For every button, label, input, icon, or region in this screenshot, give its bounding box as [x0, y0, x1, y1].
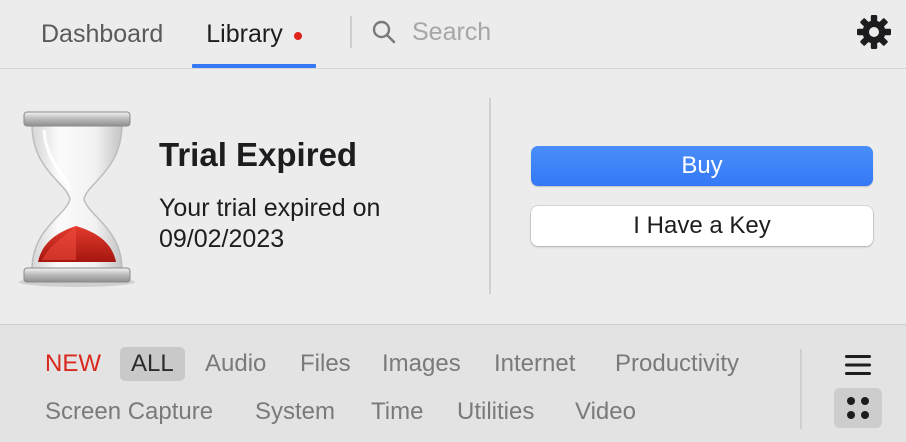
category-files[interactable]: Files — [300, 347, 351, 381]
category-divider — [800, 349, 802, 429]
list-view-icon — [845, 355, 871, 375]
category-system[interactable]: System — [255, 395, 335, 429]
active-tab-indicator — [192, 64, 316, 68]
category-new[interactable]: NEW — [45, 347, 101, 381]
grid-view-button[interactable] — [834, 388, 882, 428]
tab-library-label: Library — [206, 20, 283, 48]
toolbar-divider — [350, 16, 352, 48]
category-all[interactable]: ALL — [120, 347, 185, 381]
search-bar — [370, 12, 790, 52]
hourglass-icon — [19, 111, 135, 287]
have-key-button[interactable]: I Have a Key — [531, 206, 873, 246]
category-time[interactable]: Time — [371, 395, 423, 429]
trial-panel: Trial Expired Your trial expired on 09/0… — [0, 70, 906, 325]
tab-dashboard[interactable]: Dashboard — [41, 0, 163, 69]
list-view-button[interactable] — [834, 345, 882, 385]
category-productivity[interactable]: Productivity — [615, 347, 739, 381]
notification-dot — [293, 31, 302, 40]
category-video[interactable]: Video — [575, 395, 636, 429]
category-bar: NEW ALL Audio Files Images Internet Prod… — [0, 324, 906, 442]
buy-button[interactable]: Buy — [531, 146, 873, 186]
tab-library[interactable]: Library — [192, 0, 316, 69]
gear-icon[interactable] — [856, 14, 892, 50]
panel-divider — [489, 98, 491, 294]
category-internet[interactable]: Internet — [494, 347, 575, 381]
category-utilities[interactable]: Utilities — [457, 395, 534, 429]
trial-message: Your trial expired on 09/02/2023 — [159, 194, 381, 253]
trial-title: Trial Expired — [159, 136, 358, 173]
search-input[interactable] — [412, 17, 772, 47]
category-images[interactable]: Images — [382, 347, 461, 381]
search-icon — [372, 20, 396, 44]
top-tab-bar: Dashboard Library — [0, 0, 906, 69]
category-screen-capture[interactable]: Screen Capture — [45, 395, 213, 429]
category-audio[interactable]: Audio — [205, 347, 266, 381]
grid-view-icon — [847, 397, 869, 419]
